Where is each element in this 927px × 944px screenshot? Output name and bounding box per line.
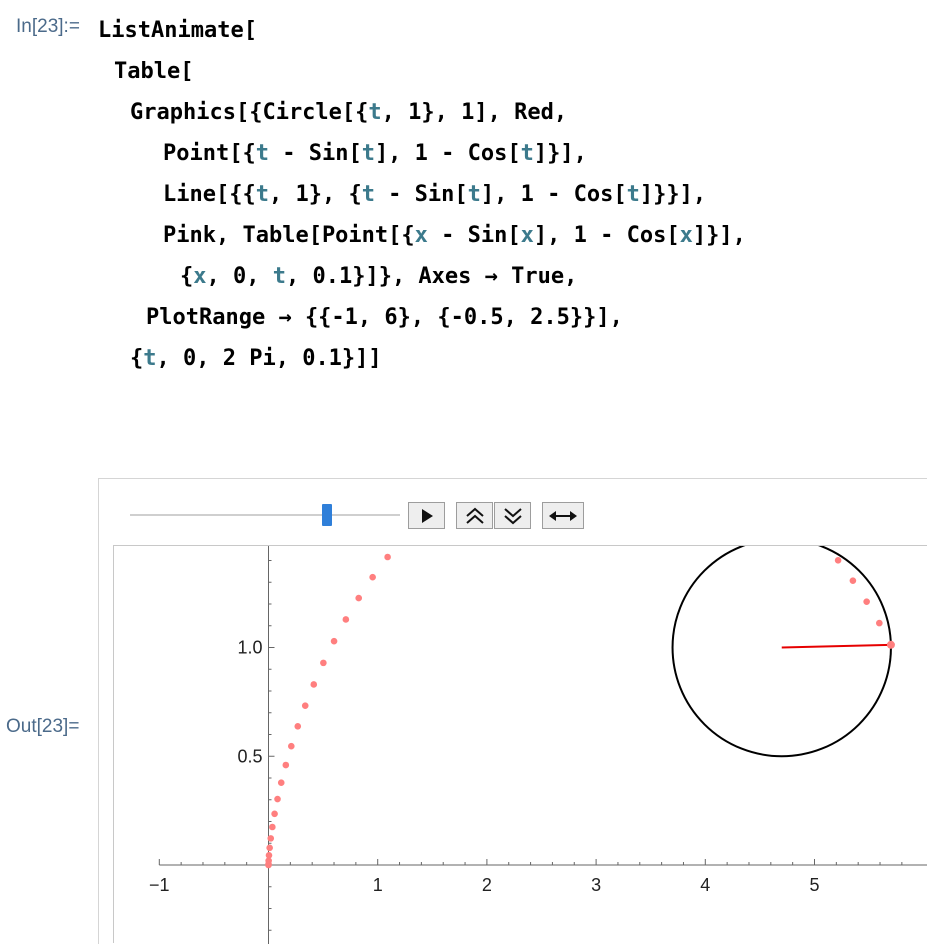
code-variable: x bbox=[193, 264, 207, 289]
code-token: , 0, 2 Pi, 0.1}]] bbox=[156, 346, 382, 371]
code-line: {x, 0, t, 0.1}]}, Axes → True, bbox=[180, 264, 577, 289]
code-line: Table[ bbox=[114, 59, 193, 84]
y-tick-label: 1.5 bbox=[237, 546, 262, 549]
trail-point bbox=[876, 619, 883, 627]
code-variable: t bbox=[255, 182, 269, 207]
code-token: , 1}, { bbox=[268, 182, 362, 207]
code-variable: x bbox=[520, 223, 534, 248]
slower-button[interactable] bbox=[494, 502, 531, 529]
trail-point bbox=[301, 702, 309, 709]
trail-point bbox=[277, 779, 285, 787]
x-tick-label: 1 bbox=[373, 875, 383, 895]
code-token: Table[ bbox=[114, 59, 194, 84]
trail-point bbox=[265, 851, 273, 859]
x-tick-label: −1 bbox=[149, 875, 170, 895]
trail-point bbox=[849, 577, 857, 584]
code-variable: t bbox=[626, 182, 640, 207]
current-point bbox=[886, 640, 895, 649]
double-arrow-horizontal-icon bbox=[549, 510, 577, 521]
faster-button[interactable] bbox=[456, 502, 493, 529]
trail-point bbox=[274, 795, 281, 803]
play-icon bbox=[421, 508, 433, 523]
trail-point bbox=[863, 598, 870, 605]
trail-point bbox=[266, 844, 273, 852]
code-variable: t bbox=[368, 100, 382, 125]
frame-slider-track[interactable] bbox=[130, 514, 400, 516]
trail-point bbox=[342, 616, 350, 623]
code-variable: t bbox=[467, 182, 481, 207]
code-token: , 0.1}]}, Axes → True, bbox=[285, 264, 578, 289]
rolling-circle bbox=[671, 546, 892, 758]
code-variable: t bbox=[255, 141, 269, 166]
code-token: PlotRange → {{-1, 6}, {-0.5, 2.5}}], bbox=[146, 305, 623, 330]
graphics-area: −112345−0.50.51.01.52.02.5 bbox=[113, 545, 927, 944]
code-token: ], 1 - Cos[ bbox=[374, 141, 521, 166]
code-line: Graphics[{Circle[{t, 1}, 1], Red, bbox=[130, 100, 567, 125]
code-token: , 1}, 1], Red, bbox=[381, 100, 568, 125]
code-line: ListAnimate[ bbox=[98, 18, 257, 43]
code-token: ], 1 - Cos[ bbox=[480, 182, 627, 207]
code-variable: t bbox=[361, 141, 375, 166]
trail-point bbox=[269, 823, 276, 831]
double-chevron-up-icon bbox=[465, 507, 484, 524]
x-tick-label: 5 bbox=[809, 875, 819, 895]
code-token: - Sin[ bbox=[374, 182, 468, 207]
code-token: Point[{ bbox=[163, 141, 256, 166]
code-token: { bbox=[180, 264, 194, 289]
trail-point bbox=[288, 742, 295, 750]
y-tick-label: 0.5 bbox=[237, 746, 262, 766]
code-token: Pink, Table[Point[{ bbox=[163, 223, 415, 248]
code-token: - Sin[ bbox=[268, 141, 362, 166]
trail-point bbox=[267, 835, 275, 842]
x-tick-label: 2 bbox=[482, 875, 492, 895]
trail-point bbox=[330, 637, 338, 645]
trail-point bbox=[384, 553, 391, 561]
play-button[interactable] bbox=[408, 502, 445, 529]
input-cell-label: In[23]:= bbox=[16, 16, 80, 37]
code-token: ]}}], bbox=[639, 182, 707, 207]
trail-point bbox=[310, 681, 318, 688]
code-token: , 0, bbox=[206, 264, 273, 289]
trail-point bbox=[369, 573, 376, 581]
direction-button[interactable] bbox=[542, 502, 584, 529]
code-token: - Sin[ bbox=[427, 223, 521, 248]
trail-point bbox=[320, 659, 327, 667]
code-variable: x bbox=[679, 223, 693, 248]
x-tick-label: 4 bbox=[700, 875, 710, 895]
trail-point bbox=[294, 723, 302, 730]
code-line: PlotRange → {{-1, 6}, {-0.5, 2.5}}], bbox=[146, 305, 623, 330]
trail-point bbox=[282, 761, 290, 769]
code-variable: t bbox=[361, 182, 375, 207]
output-cell-label: Out[23]= bbox=[6, 716, 80, 737]
code-variable: t bbox=[520, 141, 534, 166]
code-line: Pink, Table[Point[{x - Sin[x], 1 - Cos[x… bbox=[163, 223, 746, 248]
cycloid-graphics: −112345−0.50.51.01.52.02.5 bbox=[149, 546, 927, 944]
trail-point bbox=[271, 810, 278, 818]
code-line: Line[{{t, 1}, {t - Sin[t], 1 - Cos[t]}}]… bbox=[163, 182, 706, 207]
trail-point bbox=[834, 557, 842, 564]
code-token: { bbox=[130, 346, 144, 371]
code-token: ]}], bbox=[692, 223, 746, 248]
code-line: Point[{t - Sin[t], 1 - Cos[t]}], bbox=[163, 141, 587, 166]
code-token: ListAnimate[ bbox=[98, 18, 257, 43]
y-tick-label: 1.0 bbox=[237, 638, 262, 658]
radius-line bbox=[781, 643, 891, 649]
code-variable: x bbox=[414, 223, 428, 248]
trail-point bbox=[355, 594, 363, 602]
code-token: Line[{{ bbox=[163, 182, 256, 207]
code-token: ]}], bbox=[533, 141, 587, 166]
code-variable: t bbox=[143, 346, 157, 371]
frame-slider-thumb[interactable] bbox=[322, 504, 333, 526]
code-token: Graphics[{Circle[{ bbox=[130, 100, 369, 125]
code-variable: t bbox=[272, 264, 286, 289]
code-token: ], 1 - Cos[ bbox=[533, 223, 680, 248]
code-line: {t, 0, 2 Pi, 0.1}]] bbox=[130, 346, 382, 371]
x-tick-label: 3 bbox=[591, 875, 601, 895]
double-chevron-down-icon bbox=[503, 507, 522, 524]
